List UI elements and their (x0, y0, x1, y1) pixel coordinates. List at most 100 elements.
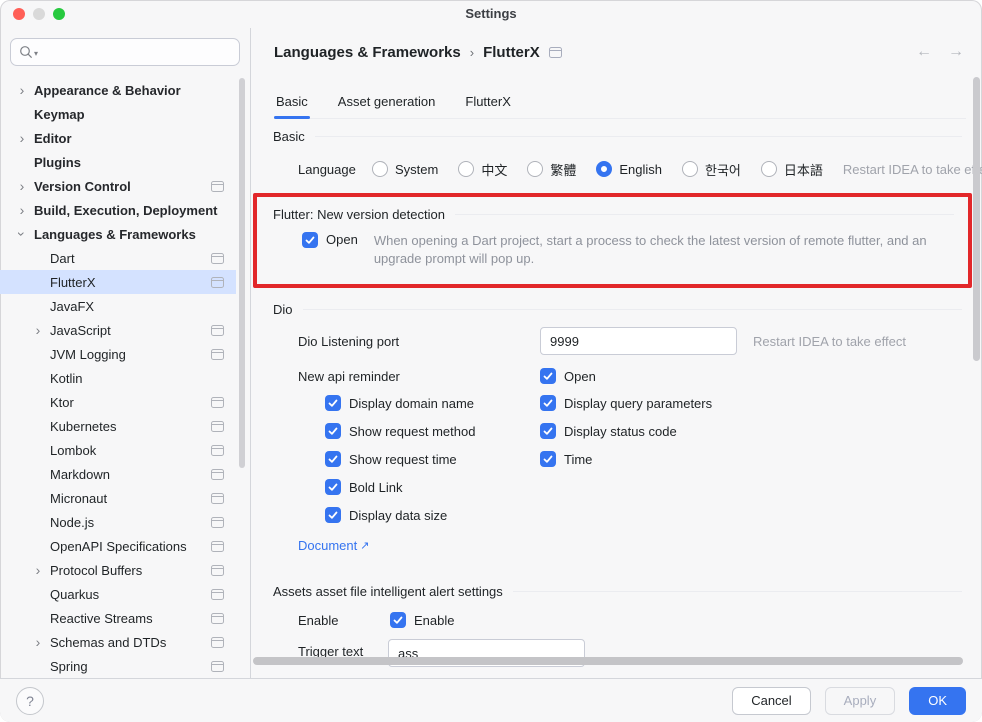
forward-arrow-icon[interactable]: → (948, 43, 964, 61)
breadcrumb-parent[interactable]: Languages & Frameworks (274, 44, 461, 61)
checkbox-bold-link[interactable] (325, 479, 341, 495)
flutter-open-checkbox[interactable] (302, 232, 318, 248)
radio-language-한국어[interactable]: 한국어 (682, 160, 741, 179)
shared-settings-icon (211, 637, 224, 648)
chevron-right-icon[interactable]: › (14, 179, 30, 193)
assets-enable-checkbox-label: Enable (414, 613, 454, 628)
checkbox-display-data-size[interactable] (325, 507, 341, 523)
sidebar-item-spring[interactable]: Spring (0, 654, 236, 678)
radio-language-繁體[interactable]: 繁體 (527, 160, 576, 179)
chevron-right-icon[interactable]: › (30, 563, 46, 577)
flutter-open-label: Open (326, 232, 358, 268)
chevron-right-icon[interactable]: › (14, 83, 30, 97)
sidebar-item-flutterx[interactable]: FlutterX (0, 270, 236, 294)
sidebar-item-languages-frameworks[interactable]: › Languages & Frameworks (0, 222, 236, 246)
radio-unselected-icon[interactable] (372, 161, 388, 177)
ok-button[interactable]: OK (909, 687, 966, 715)
document-link[interactable]: Document (298, 538, 357, 553)
sidebar-item-reactive-streams[interactable]: Reactive Streams (0, 606, 236, 630)
sidebar-item-kubernetes[interactable]: Kubernetes (0, 414, 236, 438)
sidebar-item-label: Protocol Buffers (50, 563, 142, 578)
apply-button[interactable]: Apply (825, 687, 896, 715)
checkbox-time[interactable] (540, 451, 556, 467)
sidebar-item-label: Kotlin (50, 371, 83, 386)
tab-asset-generation[interactable]: Asset generation (336, 94, 438, 118)
language-radio-group: System 中文 繁體 English 한국어 日本語 (372, 160, 843, 179)
settings-tree: ›Appearance & BehaviorKeymap›EditorPlugi… (0, 78, 250, 678)
sidebar-item-plugins[interactable]: Plugins (0, 150, 236, 174)
chevron-right-icon[interactable]: › (30, 323, 46, 337)
assets-enable-checkbox[interactable] (390, 612, 406, 628)
radio-language-日本語[interactable]: 日本語 (761, 160, 823, 179)
sidebar-item-appearance-behavior[interactable]: ›Appearance & Behavior (0, 78, 236, 102)
history-nav: ← → (916, 43, 964, 61)
section-basic-title: Basic (273, 129, 305, 144)
sidebar-item-node-js[interactable]: Node.js (0, 510, 236, 534)
sidebar-item-ktor[interactable]: Ktor (0, 390, 236, 414)
search-icon (19, 45, 33, 59)
api-reminder-open-checkbox[interactable] (540, 368, 556, 384)
sidebar-item-javascript[interactable]: ›JavaScript (0, 318, 236, 342)
chevron-right-icon[interactable]: › (14, 131, 30, 145)
sidebar-item-protocol-buffers[interactable]: › Protocol Buffers (0, 558, 236, 582)
sidebar-item-quarkus[interactable]: Quarkus (0, 582, 236, 606)
sidebar-item-version-control[interactable]: ›Version Control (0, 174, 236, 198)
checkbox-label: Display query parameters (564, 396, 712, 411)
sidebar-item-kotlin[interactable]: Kotlin (0, 366, 236, 390)
sidebar-item-schemas-and-dtds[interactable]: ›Schemas and DTDs (0, 630, 236, 654)
sidebar-item-openapi-specifications[interactable]: OpenAPI Specifications (0, 534, 236, 558)
radio-language-中文[interactable]: 中文 (458, 160, 507, 179)
chevron-right-icon[interactable]: › (14, 203, 30, 217)
checkbox-display-domain-name[interactable] (325, 395, 341, 411)
checkbox-show-request-method[interactable] (325, 423, 341, 439)
radio-language-system[interactable]: System (372, 161, 438, 177)
search-input[interactable] (43, 44, 231, 61)
sidebar-item-javafx[interactable]: JavaFX (0, 294, 236, 318)
api-reminder-label: New api reminder (298, 369, 540, 384)
radio-unselected-icon[interactable] (458, 161, 474, 177)
checkbox-show-request-time[interactable] (325, 451, 341, 467)
checkbox-display-status-code[interactable] (540, 423, 556, 439)
sidebar-item-label: Languages & Frameworks (34, 227, 196, 242)
chevron-down-icon[interactable]: › (15, 226, 29, 242)
dio-option-display-domain-name: Display domain name (325, 395, 540, 411)
radio-unselected-icon[interactable] (761, 161, 777, 177)
dio-option-display-data-size: Display data size (325, 507, 540, 523)
external-link-icon: ↗ (360, 539, 369, 552)
checkbox-display-query-parameters[interactable] (540, 395, 556, 411)
sidebar-item-markdown[interactable]: Markdown (0, 462, 236, 486)
cancel-button[interactable]: Cancel (732, 687, 810, 715)
radio-selected-icon[interactable] (596, 161, 612, 177)
shared-settings-icon (211, 661, 224, 672)
sidebar-item-jvm-logging[interactable]: JVM Logging (0, 342, 236, 366)
dio-options-grid: Display domain name Display query paramet… (325, 389, 982, 529)
help-button[interactable]: ? (16, 687, 44, 715)
sidebar-item-build-execution-deployment[interactable]: ›Build, Execution, Deployment (0, 198, 236, 222)
section-divider (455, 214, 954, 215)
tab-basic[interactable]: Basic (274, 94, 310, 118)
sidebar-item-keymap[interactable]: Keymap (0, 102, 236, 126)
content-vertical-scrollbar[interactable] (973, 77, 980, 361)
dio-option-display-status-code: Display status code (540, 423, 677, 439)
sidebar-item-lombok[interactable]: Lombok (0, 438, 236, 462)
settings-search-box[interactable]: ▾ (10, 38, 240, 66)
radio-label: 繁體 (550, 160, 576, 179)
radio-language-english[interactable]: English (596, 161, 662, 177)
dio-port-input[interactable] (540, 327, 737, 355)
back-arrow-icon[interactable]: ← (916, 43, 932, 61)
radio-unselected-icon[interactable] (682, 161, 698, 177)
sidebar-item-micronaut[interactable]: Micronaut (0, 486, 236, 510)
shared-settings-icon (211, 613, 224, 624)
chevron-right-icon[interactable]: › (30, 635, 46, 649)
search-history-caret-icon[interactable]: ▾ (34, 49, 38, 58)
checkbox-label: Show request time (349, 452, 457, 467)
tab-flutterx[interactable]: FlutterX (463, 94, 513, 118)
sidebar-item-editor[interactable]: ›Editor (0, 126, 236, 150)
content-horizontal-scrollbar[interactable] (253, 657, 963, 665)
section-divider (315, 136, 962, 137)
api-reminder-row: New api reminder Open (298, 364, 982, 388)
sidebar-scrollbar[interactable] (239, 78, 245, 468)
sidebar-item-dart[interactable]: Dart (0, 246, 236, 270)
checkbox-label: Bold Link (349, 480, 402, 495)
radio-unselected-icon[interactable] (527, 161, 543, 177)
